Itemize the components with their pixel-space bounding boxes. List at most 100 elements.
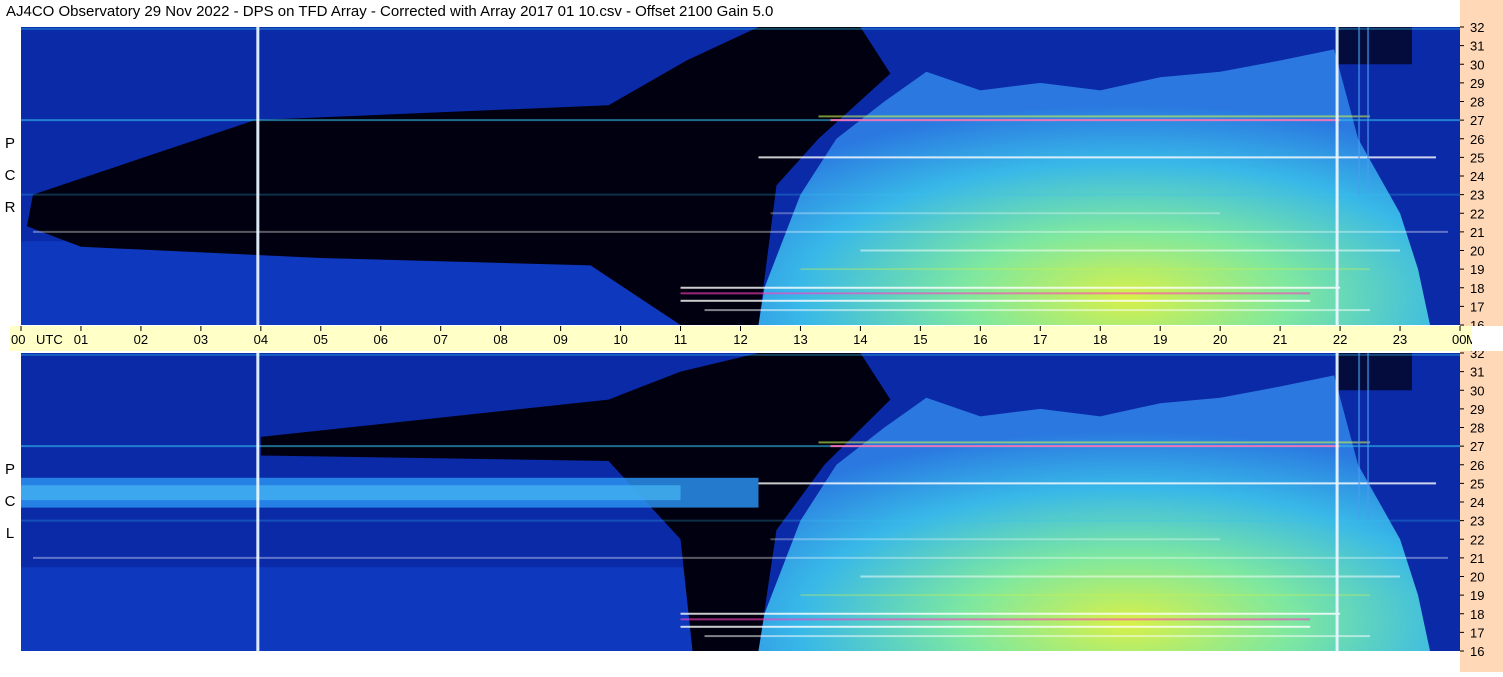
freq-rcp-tick-label-13: 29 <box>1470 76 1484 91</box>
time-tick-label-13: 13 <box>793 332 807 347</box>
frequency-axis-rcp: 16 17 18 19 20 21 22 23 24 25 26 27 28 29 30 31 32 <box>1460 0 1503 333</box>
freq-lcp-tick-label-7: 23 <box>1470 514 1484 529</box>
lcp-signal-line-3 <box>758 482 1437 485</box>
freq-rcp-tick-label-2: 18 <box>1470 281 1484 296</box>
freq-rcp-tick-label-8: 24 <box>1470 169 1484 184</box>
freq-lcp-tick-label-4: 20 <box>1470 570 1484 585</box>
rcp-signal-line-12 <box>770 212 1221 215</box>
rcp-signal-line-11 <box>21 193 1460 196</box>
lcp-signal-line-5 <box>860 575 1401 578</box>
freq-lcp-tick-label-6: 22 <box>1470 532 1484 547</box>
lcp-signal-line-9 <box>704 635 1371 638</box>
time-tick-label-24: 00 <box>1452 332 1466 347</box>
time-tick-label-5: 05 <box>314 332 328 347</box>
lcp-signal-line-4 <box>32 556 1449 559</box>
rcp-signal-line-10 <box>21 27 1460 30</box>
freq-lcp-tick-label-13: 29 <box>1470 402 1484 417</box>
freq-lcp-tick-label-14: 30 <box>1470 383 1484 398</box>
rcp-signal-line-5 <box>860 249 1401 252</box>
rcp-signal-line-3 <box>758 156 1437 159</box>
time-tick-label-14: 14 <box>853 332 867 347</box>
time-tick-label-8: 08 <box>493 332 507 347</box>
rcp-vertical-line-3 <box>1367 27 1370 195</box>
spectrogram-lcp <box>21 353 1460 651</box>
lcp-upper-right-dark <box>1337 353 1413 391</box>
time-tick-label-16: 16 <box>973 332 987 347</box>
freq-rcp-tick-label-0: 16 <box>1470 318 1484 326</box>
freq-rcp-tick-label-16: 32 <box>1470 20 1484 35</box>
time-tick-label-10: 10 <box>613 332 627 347</box>
lcp-signal-line-6 <box>680 612 1341 615</box>
time-tick-label-11: 11 <box>674 332 688 347</box>
lcp-vertical-line-1 <box>1335 353 1339 651</box>
lcp-vertical-line-3 <box>1367 353 1370 521</box>
time-tick-label-21: 21 <box>1273 332 1287 347</box>
rcp-signal-line-7 <box>680 292 1311 295</box>
freq-lcp-tick-label-10: 26 <box>1470 458 1484 473</box>
freq-lcp-tick-label-1: 17 <box>1470 625 1484 640</box>
freq-lcp-tick-label-11: 27 <box>1470 439 1484 454</box>
frequency-axis-lcp: 16 17 18 19 20 21 22 23 24 25 26 27 28 29 30 31 32 <box>1460 346 1503 672</box>
time-tick-label-1: 01 <box>74 332 88 347</box>
freq-rcp-tick-label-11: 27 <box>1470 113 1484 128</box>
spectrogram-rcp <box>21 27 1460 325</box>
freq-lcp-tick-label-8: 24 <box>1470 495 1484 510</box>
lcp-signal-line-7 <box>680 618 1311 621</box>
time-tick-label-15: 15 <box>913 332 927 347</box>
rcp-vertical-line-2 <box>1358 27 1361 195</box>
time-axis: 00 01 02 03 04 05 06 07 08 09 10 11 12 13 14 15 16 17 18 19… <box>10 326 1493 351</box>
time-tick-label-12: 12 <box>733 332 747 347</box>
lcp-signal-line-11 <box>21 519 1460 522</box>
rcp-label-letter-1: P <box>4 135 15 152</box>
rcp-label-letter-3: R <box>4 199 16 216</box>
lcp-signal-line-1 <box>830 445 1341 448</box>
rcp-signal-line-6 <box>680 286 1341 289</box>
lcp-signal-line-12 <box>770 538 1221 541</box>
freq-unit-label: MHz <box>1466 332 1472 347</box>
freq-lcp-tick-label-15: 31 <box>1470 365 1484 380</box>
rcp-signal-line-2 <box>818 115 1371 118</box>
rcp-signal-line-9 <box>704 309 1371 312</box>
time-tick-label-6: 06 <box>374 332 388 347</box>
freq-lcp-tick-label-16: 32 <box>1470 351 1484 361</box>
rcp-label-letter-2: C <box>4 167 16 184</box>
freq-rcp-tick-label-6: 22 <box>1470 206 1484 221</box>
rcp-panel-label: P C R <box>0 128 20 224</box>
freq-lcp-tick-label-9: 25 <box>1470 476 1484 491</box>
freq-rcp-tick-label-5: 21 <box>1470 225 1484 240</box>
freq-rcp-tick-label-15: 31 <box>1470 39 1484 54</box>
time-tick-label-0: 00 <box>11 332 25 347</box>
time-unit-label: UTC <box>36 332 63 347</box>
time-tick-label-19: 19 <box>1153 332 1167 347</box>
time-tick-label-23: 23 <box>1393 332 1407 347</box>
time-tick-label-22: 22 <box>1333 332 1347 347</box>
time-tick-label-7: 07 <box>433 332 447 347</box>
lcp-vertical-line-2 <box>1358 353 1361 521</box>
freq-rcp-tick-label-7: 23 <box>1470 188 1484 203</box>
time-tick-label-9: 09 <box>553 332 567 347</box>
rcp-signal-line-1 <box>830 119 1341 122</box>
time-tick-label-17: 17 <box>1033 332 1047 347</box>
time-tick-label-4: 04 <box>254 332 268 347</box>
freq-rcp-tick-label-1: 17 <box>1470 299 1484 314</box>
rcp-vertical-line-1 <box>1335 27 1339 325</box>
lcp-bright-band-core <box>21 485 681 501</box>
freq-rcp-tick-label-4: 20 <box>1470 244 1484 259</box>
freq-lcp-tick-label-12: 28 <box>1470 421 1484 436</box>
freq-lcp-tick-label-2: 18 <box>1470 607 1484 622</box>
lcp-signal-line-13 <box>800 594 1371 597</box>
lcp-vertical-line-0 <box>256 353 260 651</box>
rcp-upper-right-dark <box>1337 27 1413 65</box>
lcp-signal-line-10 <box>21 353 1460 356</box>
lcp-panel-label: P C L <box>0 454 20 550</box>
freq-rcp-tick-label-10: 26 <box>1470 132 1484 147</box>
time-tick-label-20: 20 <box>1213 332 1227 347</box>
time-tick-label-18: 18 <box>1093 332 1107 347</box>
chart-title: AJ4CO Observatory 29 Nov 2022 - DPS on T… <box>6 3 774 20</box>
rcp-signal-line-8 <box>680 299 1311 302</box>
rcp-signal-line-4 <box>32 230 1449 233</box>
lcp-label-letter-1: P <box>4 461 15 478</box>
lcp-signal-line-2 <box>818 441 1371 444</box>
time-tick-label-3: 03 <box>194 332 208 347</box>
lcp-lower-blue-band <box>21 567 759 651</box>
